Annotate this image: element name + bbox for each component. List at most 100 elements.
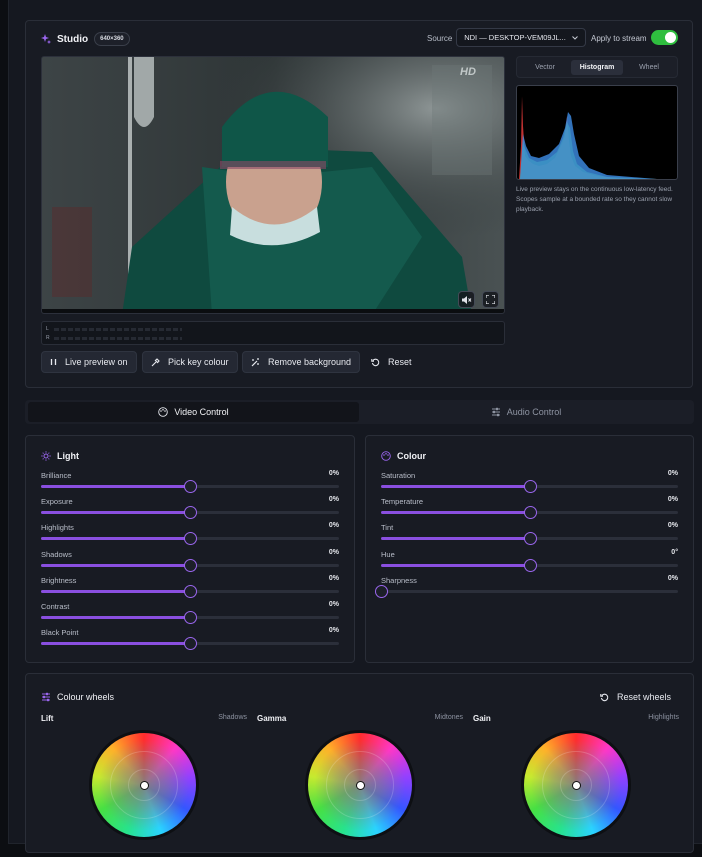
scope-note: Live preview stays on the continuous low…: [516, 186, 673, 213]
light-slider-track[interactable]: [41, 506, 339, 519]
light-slider-fill: [41, 642, 190, 645]
live-preview-button[interactable]: Live preview on: [41, 351, 137, 373]
colour-slider-track[interactable]: [381, 480, 678, 493]
light-slider-track[interactable]: [41, 611, 339, 624]
colour-slider-thumb[interactable]: [523, 532, 537, 545]
colour-wheel-gain[interactable]: [521, 730, 631, 840]
light-slider-label: Highlights: [41, 523, 74, 532]
tab-vector[interactable]: Vector: [523, 60, 567, 75]
tab-histogram[interactable]: Histogram: [571, 60, 623, 75]
histogram-graph: [519, 96, 657, 179]
audio-control-label: Audio Control: [506, 407, 562, 417]
control-tabs: Video Control Audio Control: [25, 400, 694, 424]
light-slider-thumb[interactable]: [184, 585, 197, 598]
wheel-handle[interactable]: [355, 780, 365, 790]
preview-watermark: HD: [460, 66, 476, 78]
scope-tabs: Vector Histogram Wheel: [516, 56, 678, 78]
light-slider-label: Brightness: [41, 576, 77, 585]
light-slider-track[interactable]: [41, 585, 339, 598]
tab-video-control[interactable]: Video Control: [28, 402, 359, 422]
meter-bar-left: [54, 328, 182, 331]
apply-to-stream-label: Apply to stream: [591, 34, 647, 43]
fullscreen-button[interactable]: [482, 291, 499, 308]
light-slider-track[interactable]: [41, 637, 339, 650]
light-slider-value: 0%: [328, 549, 339, 556]
sliders-icon: [42, 692, 50, 702]
meter-bar-right: [54, 337, 182, 340]
wheel-handle[interactable]: [571, 780, 581, 790]
speaker-mute-icon: [461, 295, 471, 304]
colour-wheel-gamma[interactable]: [305, 730, 415, 840]
light-slider-thumb[interactable]: [184, 506, 197, 519]
light-slider-value: 0%: [328, 575, 339, 582]
colour-slider-thumb[interactable]: [375, 585, 388, 598]
source-select[interactable]: NDI — DESKTOP-VEM09JL...: [456, 28, 586, 47]
light-slider-label: Exposure: [41, 497, 73, 506]
light-slider-fill: [41, 590, 190, 593]
sliders-icon: [491, 407, 500, 417]
colour-slider-label: Saturation: [381, 471, 416, 480]
colour-slider-label: Hue: [381, 550, 395, 559]
colour-wheels-label: Colour wheels: [57, 692, 115, 702]
colour-slider-track[interactable]: [375, 585, 678, 598]
app-shell: Studio 640×360 Source NDI — DESKTOP-VEM0…: [8, 0, 702, 853]
studio-title: Studio: [57, 33, 89, 45]
pick-key-colour-label: Pick key colour: [168, 357, 229, 367]
fullscreen-icon: [486, 295, 495, 304]
light-slider-track[interactable]: [41, 480, 339, 493]
light-slider-thumb[interactable]: [184, 559, 197, 572]
resolution-badge: 640×360: [94, 32, 130, 46]
video-control-label: Video Control: [174, 407, 229, 417]
colour-slider-thumb[interactable]: [523, 559, 537, 572]
colour-slider-fill: [381, 485, 530, 488]
light-slider-value: 0%: [328, 470, 339, 477]
wheel-handle[interactable]: [139, 780, 149, 790]
colour-slider-track[interactable]: [381, 532, 678, 545]
reset-label: Reset: [388, 357, 412, 367]
pick-key-colour-button[interactable]: Pick key colour: [142, 351, 238, 373]
colour-slider-value: 0%: [667, 575, 678, 582]
light-slider-thumb[interactable]: [184, 480, 197, 493]
reset-icon: [600, 693, 609, 701]
colour-slider-track[interactable]: [381, 506, 678, 519]
colour-slider-thumb[interactable]: [523, 506, 537, 519]
light-slider-fill: [41, 564, 190, 567]
light-slider-label: Black Point: [41, 628, 79, 637]
colour-slider-track[interactable]: [381, 559, 678, 572]
wheel-name: Gamma: [257, 714, 287, 723]
colour-slider-label: Tint: [381, 523, 394, 532]
meter-label-right: R: [46, 335, 50, 341]
source-label: Source: [427, 34, 453, 43]
tab-wheel[interactable]: Wheel: [627, 60, 671, 75]
palette-icon: [158, 407, 169, 417]
colour-wheel-lift[interactable]: [89, 730, 199, 840]
colour-slider-thumb[interactable]: [523, 480, 537, 493]
audio-meter: L R: [41, 321, 505, 345]
light-title: Light: [57, 451, 79, 461]
apply-to-stream-toggle[interactable]: [651, 30, 678, 45]
pause-icon: [50, 359, 57, 365]
remove-background-button[interactable]: Remove background: [242, 351, 361, 373]
light-slider-track[interactable]: [41, 532, 339, 545]
light-slider-value: 0%: [328, 522, 339, 529]
light-slider-thumb[interactable]: [184, 532, 197, 545]
histogram-scope: [516, 85, 678, 180]
mute-button[interactable]: [458, 291, 475, 308]
light-slider-track[interactable]: [41, 559, 339, 572]
meter-label-left: L: [46, 326, 49, 332]
light-slider-thumb[interactable]: [184, 611, 197, 624]
reset-button[interactable]: Reset: [363, 351, 420, 373]
tab-audio-control[interactable]: Audio Control: [361, 402, 691, 422]
sparkle-icon: [41, 34, 51, 44]
video-preview[interactable]: HD: [41, 56, 505, 314]
colour-slider-value: 0°: [671, 549, 678, 556]
light-slider-value: 0%: [328, 627, 339, 634]
reset-wheels-button[interactable]: Reset wheels: [592, 686, 679, 708]
light-slider-label: Shadows: [41, 550, 72, 559]
light-slider-thumb[interactable]: [184, 637, 197, 650]
light-slider-fill: [41, 616, 190, 619]
preview-frame: HD: [42, 57, 504, 313]
colour-slider-fill: [381, 537, 530, 540]
colour-slider-value: 0%: [667, 496, 678, 503]
light-slider-fill: [41, 485, 190, 488]
